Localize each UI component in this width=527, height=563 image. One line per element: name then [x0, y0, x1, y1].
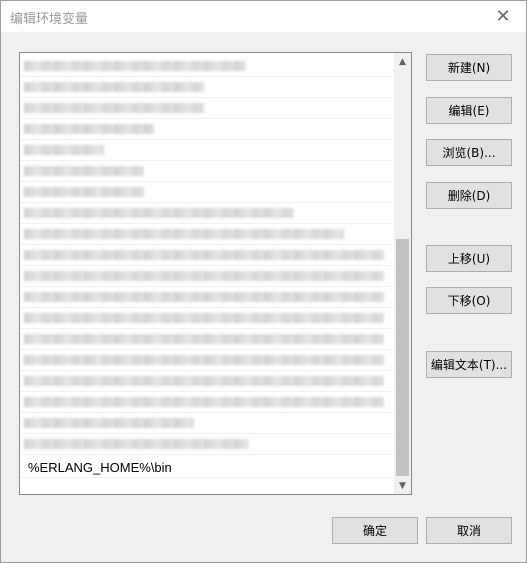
cancel-button[interactable]: 取消: [426, 517, 512, 544]
list-item[interactable]: [20, 203, 394, 224]
redacted-text: [24, 397, 384, 407]
list-item[interactable]: [20, 140, 394, 161]
redacted-text: [24, 124, 154, 134]
list-item[interactable]: %ERLANG_HOME%\bin: [20, 457, 394, 478]
list-item[interactable]: [20, 98, 394, 119]
redacted-text: [24, 208, 294, 218]
move-down-button[interactable]: 下移(O): [426, 287, 512, 314]
list-item[interactable]: [20, 287, 394, 308]
redacted-text: [24, 292, 384, 302]
list-item[interactable]: [20, 182, 394, 203]
list-item[interactable]: [20, 434, 394, 455]
list-item[interactable]: [20, 161, 394, 182]
list-item[interactable]: [20, 350, 394, 371]
redacted-text: [24, 103, 204, 113]
window-title: 编辑环境变量: [10, 12, 89, 27]
list-item[interactable]: [20, 392, 394, 413]
list-item[interactable]: [20, 329, 394, 350]
redacted-text: [24, 229, 344, 239]
list-item[interactable]: [20, 413, 394, 434]
list-item[interactable]: [20, 224, 394, 245]
redacted-text: [24, 61, 246, 71]
path-entries-list[interactable]: %ERLANG_HOME%\bin ▲ ▼: [19, 52, 412, 495]
browse-button[interactable]: 浏览(B)...: [426, 139, 512, 166]
redacted-text: [24, 82, 204, 92]
redacted-text: [24, 334, 384, 344]
redacted-text: [24, 376, 384, 386]
edit-env-variable-dialog: 编辑环境变量 ✕ %ERLANG_HOME%\bin ▲ ▼ 新建(N) 编辑(…: [0, 0, 527, 563]
list-item[interactable]: [20, 77, 394, 98]
list-item[interactable]: [20, 245, 394, 266]
redacted-text: [24, 313, 384, 323]
edit-button[interactable]: 编辑(E): [426, 97, 512, 124]
move-up-button[interactable]: 上移(U): [426, 245, 512, 272]
title-bar: 编辑环境变量 ✕: [1, 1, 526, 32]
redacted-text: [24, 145, 104, 155]
close-icon[interactable]: ✕: [480, 1, 526, 32]
list-rows: %ERLANG_HOME%\bin: [20, 53, 394, 494]
scroll-thumb[interactable]: [396, 239, 409, 476]
redacted-text: [24, 250, 384, 260]
list-item[interactable]: [20, 266, 394, 287]
list-item-text: %ERLANG_HOME%\bin: [28, 460, 172, 475]
scroll-up-icon[interactable]: ▲: [394, 53, 411, 70]
edit-text-button[interactable]: 编辑文本(T)...: [426, 351, 512, 378]
new-button[interactable]: 新建(N): [426, 54, 512, 81]
redacted-text: [24, 187, 144, 197]
redacted-text: [24, 418, 194, 428]
list-item[interactable]: [20, 308, 394, 329]
redacted-text: [24, 166, 144, 176]
list-item[interactable]: [20, 119, 394, 140]
ok-button[interactable]: 确定: [332, 517, 418, 544]
redacted-text: [24, 439, 249, 449]
list-item[interactable]: [20, 371, 394, 392]
redacted-text: [24, 355, 384, 365]
redacted-text: [24, 271, 384, 281]
delete-button[interactable]: 删除(D): [426, 182, 512, 209]
scroll-down-icon[interactable]: ▼: [394, 477, 411, 494]
list-item[interactable]: [20, 56, 394, 77]
vertical-scrollbar[interactable]: ▲ ▼: [394, 53, 411, 494]
